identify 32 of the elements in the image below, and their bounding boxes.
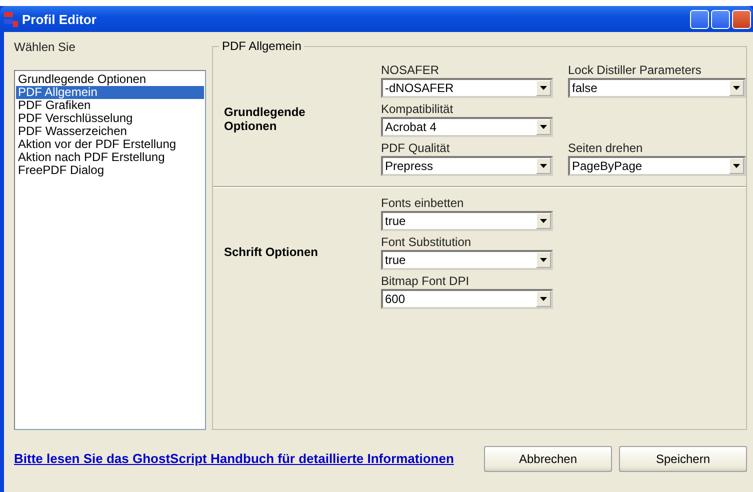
field-label: PDF Qualität	[381, 140, 451, 156]
dropdown[interactable]: 600	[381, 289, 553, 309]
dialog-button[interactable]: Abbrechen	[484, 446, 612, 472]
dropdown[interactable]: PageByPage	[568, 156, 746, 176]
list-item[interactable]: PDF Allgemein	[16, 86, 204, 99]
list-label: Wählen Sie	[14, 40, 76, 54]
dropdown[interactable]: true	[381, 250, 553, 270]
window-title: Profil Editor	[22, 12, 98, 26]
dropdown[interactable]: Prepress	[381, 156, 553, 176]
list-item[interactable]: PDF Wasserzeichen	[16, 125, 204, 138]
list-item[interactable]: Grundlegende Optionen	[16, 73, 204, 86]
group-title: PDF Allgemein	[219, 39, 304, 53]
help-link[interactable]: Bitte lesen Sie das GhostScript Handbuch für detaillierte Informationen	[14, 451, 454, 467]
dropdown[interactable]: -dNOSAFER	[381, 78, 553, 98]
dropdown[interactable]: Acrobat 4	[381, 117, 553, 137]
field-label: Font Substitution	[381, 234, 472, 250]
field-label: Lock Distiller Parameters	[568, 62, 702, 78]
section-title: Grundlegende Optionen	[224, 104, 306, 132]
field-label: Bitmap Font DPI	[381, 272, 470, 289]
field-label: Seiten drehen	[568, 140, 644, 156]
list-item[interactable]: PDF Verschlüsselung	[16, 112, 204, 125]
dropdown[interactable]: false	[568, 78, 746, 98]
section-title: Schrift Optionen	[224, 244, 319, 258]
field-label: Fonts einbetten	[381, 194, 465, 211]
list-item[interactable]: Aktion nach PDF Erstellung	[16, 151, 204, 164]
dialog-button[interactable]: Speichern	[619, 446, 747, 472]
field-label: Kompatibilität	[381, 100, 454, 117]
list-item[interactable]: FreePDF Dialog	[16, 164, 204, 177]
list-item[interactable]: PDF Grafiken	[16, 99, 204, 112]
list-item[interactable]: Aktion vor der PDF Erstellung	[16, 138, 204, 151]
field-label: NOSAFER	[381, 62, 440, 78]
dropdown[interactable]: true	[381, 211, 553, 231]
